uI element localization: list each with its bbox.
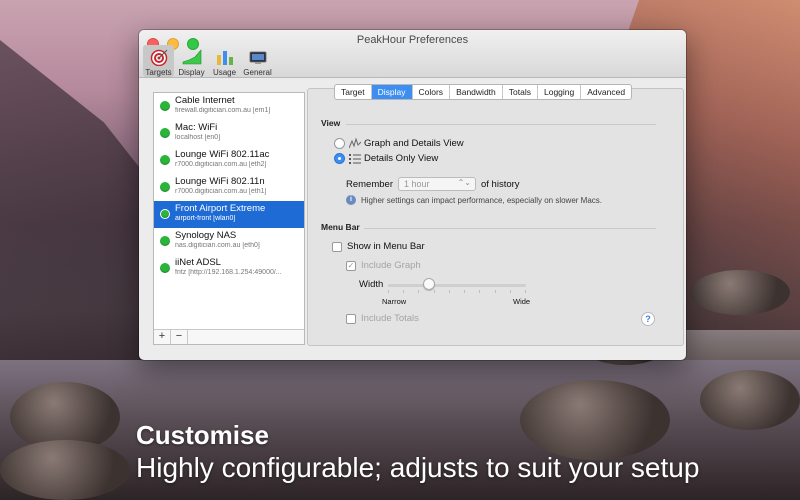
tab-bandwidth[interactable]: Bandwidth [450, 85, 503, 99]
history-label: of history [481, 178, 520, 190]
host-address: fritz [http://192.168.1.254:49000/... [175, 269, 282, 276]
host-name: Front Airport Extreme [175, 203, 266, 214]
list-icon [349, 154, 361, 164]
remember-row: Remember 1 hour ⌃⌄ of history [346, 177, 520, 191]
list-footer: + − [154, 329, 304, 344]
toolbar-usage[interactable]: Usage [209, 45, 240, 77]
info-row: i Higher settings can impact performance… [346, 195, 602, 205]
include-graph-row[interactable]: ✓ Include Graph [346, 260, 421, 271]
host-address: r7000.digitician.com.au [eth2] [175, 161, 267, 168]
graph-and-details-label: Graph and Details View [364, 138, 464, 149]
host-name: Lounge WiFi 802.11ac [175, 149, 270, 160]
toolbar-display-label: Display [178, 68, 205, 77]
status-dot [160, 263, 170, 273]
slider-ticks [388, 290, 526, 293]
toolbar-general-label: General [243, 68, 272, 77]
headline-caption: Customise [136, 420, 269, 450]
usage-bars-icon [216, 51, 233, 65]
toolbar-general[interactable]: General [242, 45, 273, 77]
title-bar: PeakHour Preferences Targets Display Usa… [139, 30, 686, 78]
menubar-section-title: Menu Bar [321, 222, 360, 232]
include-totals-label: Include Totals [361, 313, 419, 324]
tab-logging[interactable]: Logging [538, 85, 582, 99]
rock [520, 380, 670, 460]
tab-totals[interactable]: Totals [503, 85, 538, 99]
status-dot [160, 101, 170, 111]
remove-target-button[interactable]: − [171, 330, 188, 344]
list-item[interactable]: iiNet ADSL fritz [http://192.168.1.254:4… [154, 255, 304, 282]
target-icon [150, 49, 167, 66]
host-name: iiNet ADSL [175, 257, 221, 268]
tab-display[interactable]: Display [371, 85, 413, 99]
show-in-menubar-row[interactable]: Show in Menu Bar [332, 241, 425, 252]
width-label: Width [359, 279, 384, 290]
host-address: airport-front [wlan0] [175, 215, 236, 222]
status-dot [160, 182, 170, 192]
include-graph-label: Include Graph [361, 260, 421, 271]
toolbar-targets-label: Targets [145, 68, 172, 77]
list-item-selected[interactable]: Front Airport Extreme airport-front [wla… [154, 201, 304, 228]
tab-colors[interactable]: Colors [413, 85, 451, 99]
narrow-label: Narrow [382, 297, 407, 306]
list-item[interactable]: Cable Internet firewall.digitician.com.a… [154, 93, 304, 120]
show-in-menubar-label: Show in Menu Bar [347, 241, 425, 252]
wide-label: Wide [513, 297, 531, 306]
details-only-label: Details Only View [364, 153, 439, 164]
status-dot [160, 236, 170, 246]
subline-caption: Highly configurable; adjusts to suit you… [136, 452, 700, 483]
toolbar-usage-label: Usage [212, 68, 237, 77]
host-name: Cable Internet [175, 95, 235, 106]
rock [10, 382, 120, 452]
add-target-button[interactable]: + [154, 330, 171, 344]
separator [346, 124, 656, 125]
include-totals-checkbox[interactable] [346, 313, 356, 324]
history-duration-select[interactable]: 1 hour ⌃⌄ [398, 177, 476, 191]
tab-target[interactable]: Target [335, 85, 372, 99]
toolbar-targets[interactable]: Targets [143, 45, 174, 77]
host-address: nas.digitician.com.au [eth0] [175, 242, 260, 249]
general-screen-icon [249, 51, 266, 64]
host-address: localhost [en0] [175, 134, 221, 141]
radio-button[interactable] [334, 138, 345, 149]
include-graph-checkbox[interactable]: ✓ [346, 260, 356, 271]
host-name: Lounge WiFi 802.11n [175, 176, 265, 187]
host-name: Synology NAS [175, 230, 237, 241]
include-totals-row[interactable]: Include Totals [346, 313, 419, 324]
rock [690, 270, 790, 315]
host-name: Mac: WiFi [175, 122, 218, 133]
tab-bar: Target Display Colors Bandwidth Totals L… [334, 84, 633, 100]
toolbar-display[interactable]: Display [176, 45, 207, 77]
width-slider-track[interactable] [388, 284, 526, 287]
list-item[interactable]: Lounge WiFi 802.11n r7000.digitician.com… [154, 174, 304, 201]
radio-button-selected[interactable] [334, 153, 345, 164]
info-text: Higher settings can impact performance, … [361, 195, 602, 205]
help-button[interactable]: ? [641, 312, 655, 326]
host-address: firewall.digitician.com.au [em1] [175, 107, 271, 114]
toolbar: Targets Display Usage General [143, 45, 273, 77]
tab-advanced[interactable]: Advanced [581, 85, 631, 99]
show-in-menubar-checkbox[interactable] [332, 241, 342, 252]
list-item[interactable]: Mac: WiFi localhost [en0] [154, 120, 304, 147]
graph-icon [349, 138, 361, 149]
remember-label: Remember [346, 178, 393, 190]
view-section-title: View [321, 118, 341, 128]
settings-panel: Target Display Colors Bandwidth Totals L… [307, 84, 684, 346]
history-duration-value: 1 hour [404, 179, 430, 189]
details-only-option[interactable]: Details Only View [334, 153, 438, 164]
chevron-updown-icon: ⌃⌄ [457, 178, 471, 187]
status-dot [160, 209, 170, 219]
list-item[interactable]: Synology NAS nas.digitician.com.au [eth0… [154, 228, 304, 255]
host-address: r7000.digitician.com.au [eth1] [175, 188, 267, 195]
rock [0, 440, 130, 500]
status-dot [160, 128, 170, 138]
info-icon: i [346, 195, 356, 205]
width-row: Width [359, 279, 383, 290]
display-graph-icon [182, 49, 201, 65]
rock [700, 370, 800, 430]
separator [364, 228, 656, 229]
graph-and-details-option[interactable]: Graph and Details View [334, 138, 464, 149]
status-dot [160, 155, 170, 165]
list-item[interactable]: Lounge WiFi 802.11ac r7000.digitician.co… [154, 147, 304, 174]
target-list: Cable Internet firewall.digitician.com.a… [153, 92, 305, 345]
